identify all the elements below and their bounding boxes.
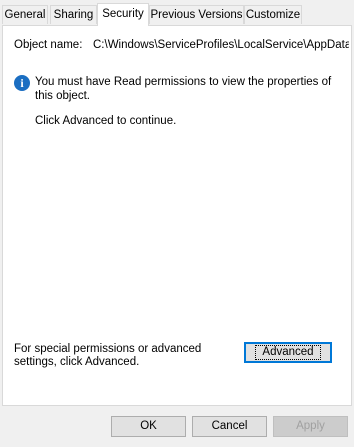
tab-general[interactable]: General [2,5,48,24]
object-name-label: Object name: [14,39,83,51]
continue-message: Click Advanced to continue. [35,115,177,127]
security-panel: Object name: C:\Windows\ServiceProfiles\… [2,25,352,406]
tab-customize[interactable]: Customize [244,5,302,24]
object-name-value: C:\Windows\ServiceProfiles\LocalService\… [93,39,349,51]
tab-security[interactable]: Security [97,3,149,26]
tab-previous-versions[interactable]: Previous Versions [149,5,244,24]
info-icon: i [14,75,30,91]
permission-message: You must have Read permissions to view t… [35,76,332,102]
tab-strip: General Sharing Security Previous Versio… [0,0,354,26]
apply-button[interactable]: Apply [273,416,348,437]
advanced-button-label: Advanced [255,345,321,360]
special-permissions-text: For special permissions or advanced sett… [14,343,202,368]
cancel-button[interactable]: Cancel [192,416,267,437]
advanced-button[interactable]: Advanced [244,342,332,363]
tab-sharing[interactable]: Sharing [50,5,97,24]
ok-button[interactable]: OK [111,416,186,437]
